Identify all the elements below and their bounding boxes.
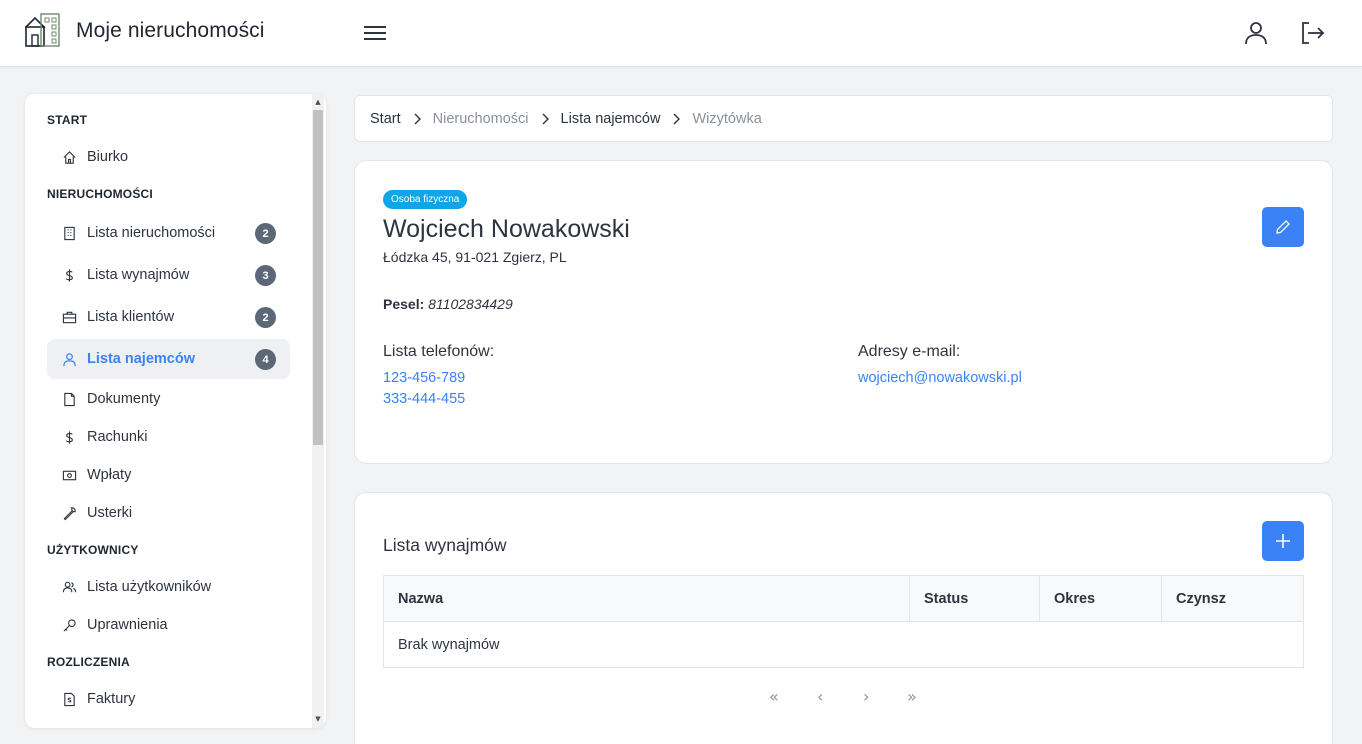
section-rozliczenia: ROZLICZENIA — [47, 655, 130, 669]
count-badge: 2 — [255, 307, 276, 328]
sidebar-item-label: Lista klientów — [87, 309, 175, 325]
phone-link[interactable]: 123-456-789 — [383, 370, 465, 386]
column-header-czynsz[interactable]: Czynsz — [1161, 575, 1304, 622]
table-header-row: Nazwa Status Okres Czynsz — [383, 575, 1304, 622]
rentals-table: Nazwa Status Okres Czynsz Brak wynajmów — [383, 575, 1304, 668]
invoice-icon — [64, 692, 75, 706]
column-header-status[interactable]: Status — [909, 575, 1040, 622]
next-page-icon[interactable]: › — [863, 687, 869, 706]
breadcrumb-nieruchomosci[interactable]: Nieruchomości — [433, 111, 529, 127]
scroll-up-arrow-icon[interactable]: ▲ — [314, 98, 322, 106]
column-header-nazwa[interactable]: Nazwa — [383, 575, 910, 622]
edit-button[interactable] — [1262, 207, 1304, 247]
pesel-value: 81102834429 — [428, 296, 513, 312]
chevron-right-icon — [414, 113, 421, 124]
sidebar-item-label: Biurko — [87, 149, 129, 165]
tenant-name: Wojciech Nowakowski — [383, 215, 630, 243]
sidebar-item-label: Usterki — [87, 505, 133, 521]
sidebar-item-lista-nieruchomosci[interactable]: Lista nieruchomości 2 — [47, 213, 290, 253]
sidebar-item-label: Lista najemców — [87, 351, 195, 367]
sidebar: START Biurko NIERUCHOMOŚCI Lista nieruch… — [25, 94, 326, 728]
column-header-okres[interactable]: Okres — [1039, 575, 1162, 622]
tenant-type-badge: Osoba fizyczna — [383, 190, 468, 209]
building-icon — [64, 226, 75, 240]
sidebar-item-uprawnienia[interactable]: Uprawnienia — [47, 605, 290, 645]
count-badge: 4 — [255, 349, 276, 370]
pesel-row: Pesel: 81102834429 — [383, 296, 513, 312]
dollar-icon — [65, 268, 73, 282]
sidebar-item-wplaty[interactable]: Wpłaty — [47, 455, 290, 495]
breadcrumb-wizytowka: Wizytówka — [692, 110, 762, 127]
rentals-title: Lista wynajmów — [383, 535, 507, 555]
email-link[interactable]: wojciech@nowakowski.pl — [858, 370, 1022, 386]
add-rental-button[interactable] — [1262, 521, 1304, 561]
sidebar-item-faktury[interactable]: Faktury — [47, 679, 290, 719]
prev-page-icon[interactable]: ‹ — [817, 687, 823, 706]
phones-label: Lista telefonów: — [383, 343, 495, 360]
sidebar-item-usterki[interactable]: Usterki — [47, 493, 290, 533]
user-profile-icon[interactable] — [1243, 20, 1269, 46]
scroll-down-arrow-icon[interactable]: ▼ — [314, 715, 322, 723]
chevron-right-icon — [542, 113, 549, 124]
count-badge: 2 — [255, 223, 276, 244]
sidebar-scroll-thumb[interactable] — [313, 110, 323, 445]
count-badge: 3 — [255, 265, 276, 286]
last-page-icon[interactable]: » — [907, 687, 917, 706]
plus-icon — [1276, 534, 1290, 548]
section-uzytkownicy: UŻYTKOWNICY — [47, 543, 139, 557]
sidebar-item-lista-klientow[interactable]: Lista klientów 2 — [47, 297, 290, 337]
sidebar-item-biurko[interactable]: Biurko — [47, 137, 290, 177]
user-icon — [63, 352, 76, 366]
section-start: START — [47, 113, 88, 127]
sidebar-item-label: Lista użytkowników — [87, 579, 212, 595]
cash-icon — [62, 470, 77, 480]
dollar-icon — [65, 430, 73, 444]
tenant-address: Łódzka 45, 91-021 Zgierz, PL — [383, 249, 567, 265]
breadcrumb-start[interactable]: Start — [370, 111, 401, 127]
sidebar-item-label: Rachunki — [87, 429, 148, 445]
emails-label: Adresy e-mail: — [858, 343, 961, 360]
top-bar: Moje nieruchomości — [0, 0, 1362, 67]
pencil-icon — [1276, 220, 1290, 234]
sidebar-item-label: Lista wynajmów — [87, 267, 190, 283]
sidebar-item-dokumenty[interactable]: Dokumenty — [47, 379, 290, 419]
sidebar-item-label: Faktury — [87, 691, 136, 707]
pesel-label: Pesel: — [383, 296, 425, 312]
users-icon — [62, 581, 77, 592]
rentals-card: Lista wynajmów Nazwa Status Okres Czynsz… — [354, 492, 1333, 744]
sidebar-item-lista-najemcow[interactable]: Lista najemców 4 — [47, 339, 290, 379]
house-logo-icon — [25, 13, 60, 47]
sidebar-item-lista-wynajmow[interactable]: Lista wynajmów 3 — [47, 255, 290, 295]
menu-icon[interactable] — [362, 22, 388, 44]
section-nieruchomosci: NIERUCHOMOŚCI — [47, 187, 153, 201]
home-icon — [63, 150, 76, 164]
phone-link[interactable]: 333-444-455 — [383, 391, 465, 407]
sidebar-item-label: Wpłaty — [87, 467, 132, 483]
chevron-right-icon — [673, 113, 681, 124]
wrench-icon — [63, 506, 76, 520]
table-row: Brak wynajmów — [383, 621, 1304, 668]
document-icon — [64, 392, 75, 406]
app-title: Moje nieruchomości — [76, 19, 265, 42]
sidebar-item-label: Lista nieruchomości — [87, 225, 216, 241]
tenant-card: Osoba fizyczna Wojciech Nowakowski Łódzk… — [354, 160, 1333, 464]
sidebar-item-rachunki[interactable]: Rachunki — [47, 417, 290, 457]
empty-message: Brak wynajmów — [383, 621, 1304, 668]
sidebar-item-label: Dokumenty — [87, 391, 161, 407]
sidebar-item-lista-uzytkownikow[interactable]: Lista użytkowników — [47, 567, 290, 607]
breadcrumb: Start Nieruchomości Lista najemców Wizyt… — [354, 95, 1333, 142]
first-page-icon[interactable]: « — [769, 687, 779, 706]
logout-icon[interactable] — [1299, 20, 1325, 46]
key-icon — [63, 618, 76, 632]
briefcase-icon — [62, 311, 77, 323]
breadcrumb-lista-najemcow[interactable]: Lista najemców — [561, 111, 661, 127]
sidebar-item-label: Uprawnienia — [87, 617, 168, 633]
